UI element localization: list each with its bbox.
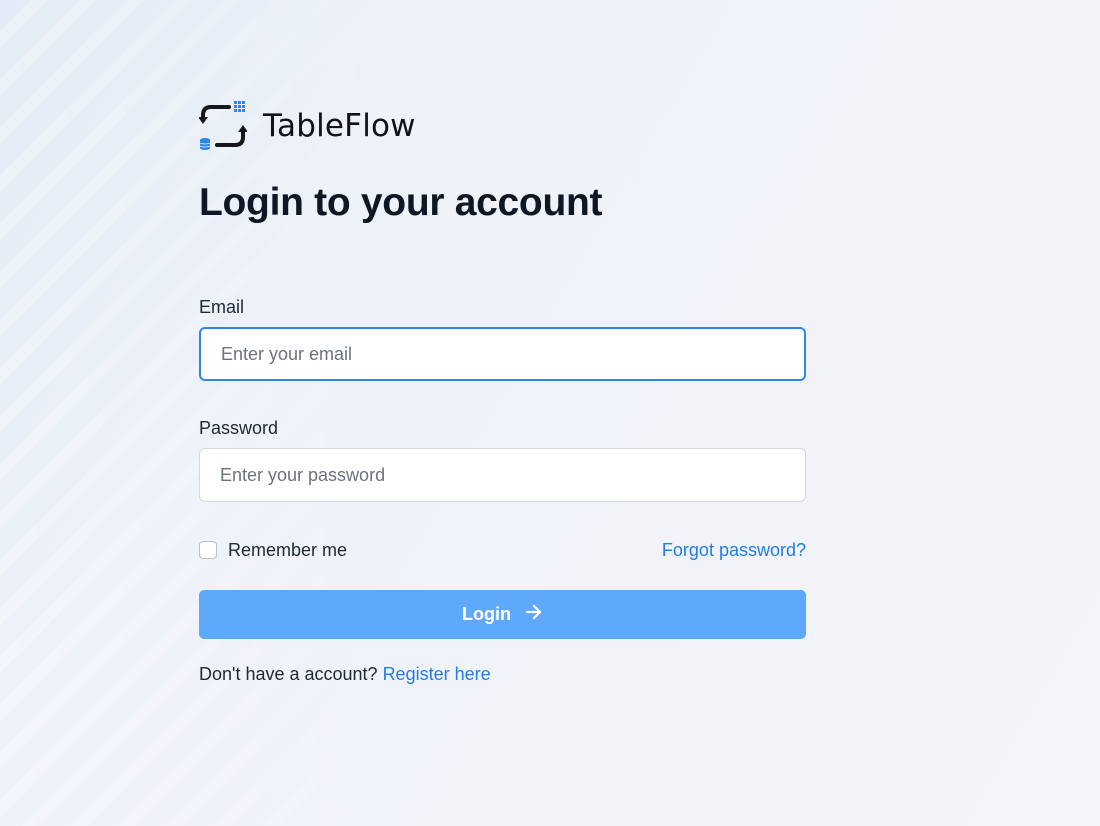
remember-me[interactable]: Remember me	[199, 540, 347, 561]
login-form: TableFlow Login to your account Email Pa…	[199, 98, 806, 685]
password-label: Password	[199, 418, 279, 438]
login-button-label: Login	[462, 604, 511, 624]
arrow-right-icon	[525, 604, 543, 625]
register-prompt: Don't have a account? Register here	[199, 664, 806, 685]
brand-logo: TableFlow	[199, 98, 806, 152]
brand-name: TableFlow	[263, 108, 416, 144]
email-field[interactable]	[199, 327, 806, 381]
remember-label: Remember me	[228, 539, 348, 560]
login-button[interactable]: Login	[199, 590, 806, 639]
options-row: Remember me Forgot password?	[199, 538, 806, 562]
password-field[interactable]	[199, 448, 806, 502]
page-title: Login to your account	[199, 181, 603, 224]
register-prompt-text: Don't have a account?	[199, 664, 383, 684]
remember-checkbox[interactable]	[199, 541, 217, 559]
register-link[interactable]: Register here	[383, 664, 491, 684]
email-label: Email	[199, 297, 245, 317]
tableflow-sync-icon	[199, 98, 247, 152]
forgot-password-link[interactable]: Forgot password?	[662, 540, 806, 561]
